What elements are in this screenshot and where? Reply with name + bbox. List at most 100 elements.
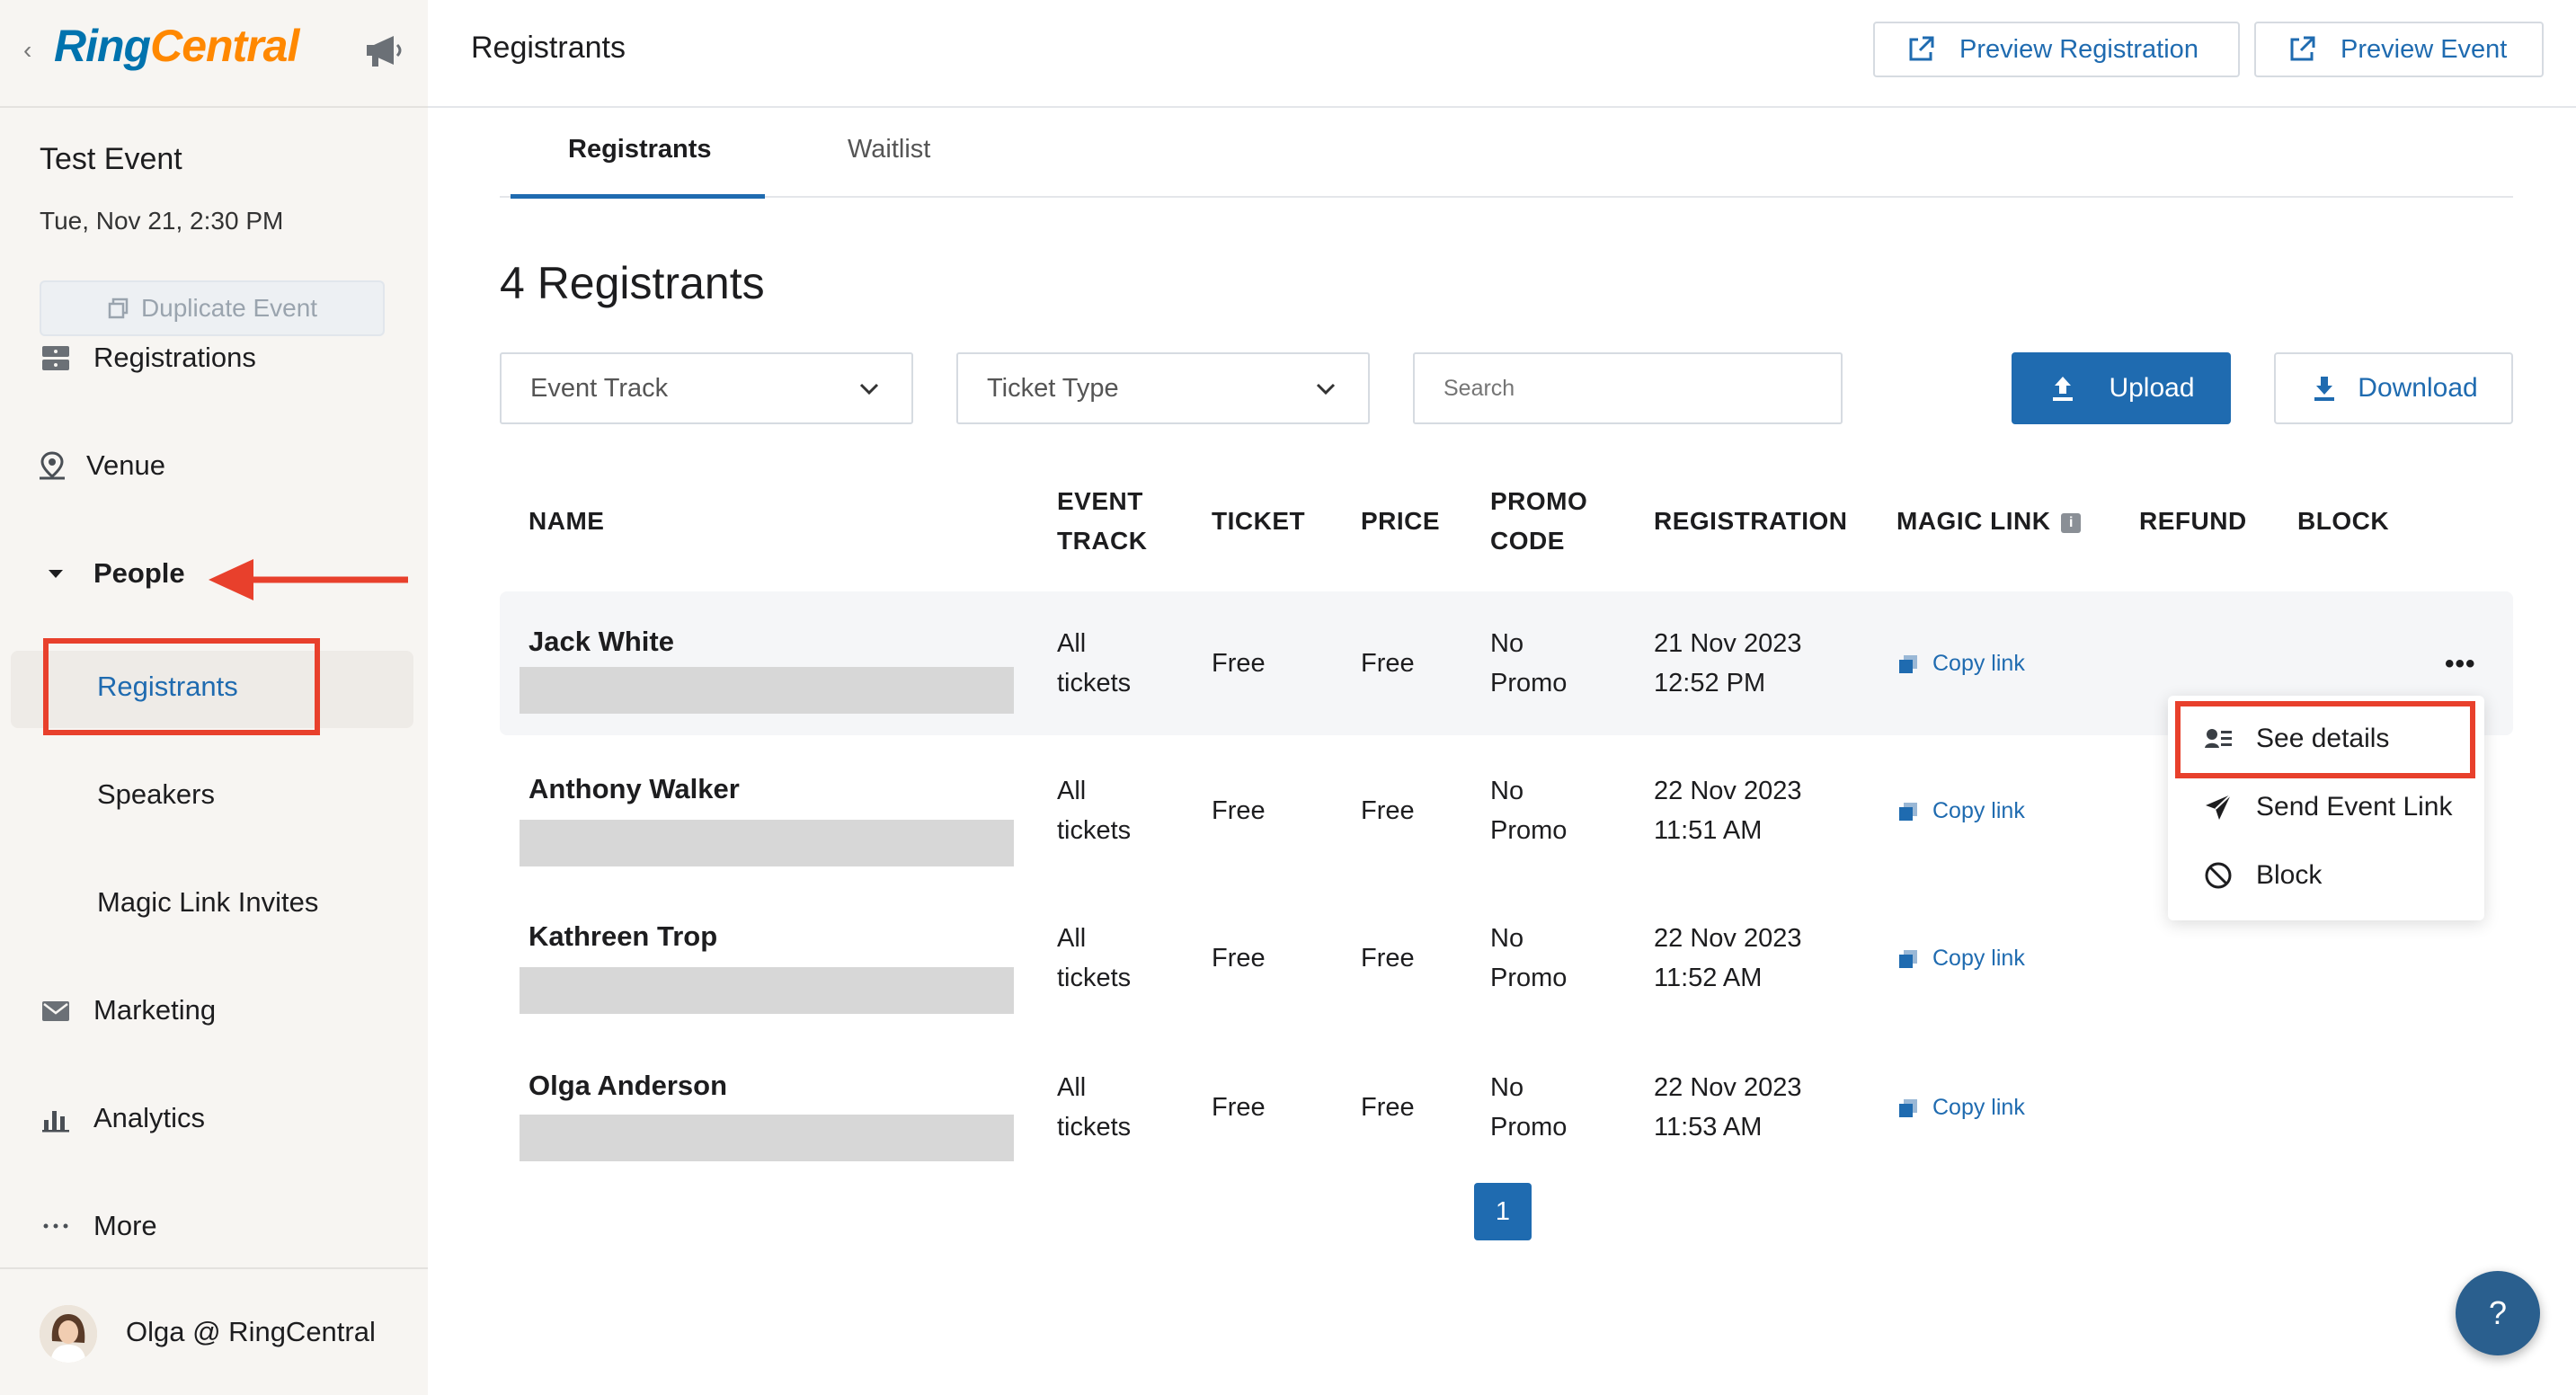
price-cell: Free <box>1361 1093 1415 1122</box>
cell-line: Promo <box>1490 669 1568 698</box>
copy-link-button[interactable]: Copy link <box>1896 946 2025 972</box>
sidebar-item-label: Venue <box>86 449 165 481</box>
sidebar-item-more[interactable]: More <box>40 1210 157 1242</box>
column-header-magic-link: MAGIC LINK i <box>1896 502 2082 541</box>
column-header-refund: REFUND <box>2139 507 2247 535</box>
promo-code-cell: No Promo <box>1490 1068 1567 1147</box>
active-tab-indicator <box>511 194 765 199</box>
price-cell: Free <box>1361 649 1415 678</box>
event-track-cell: All tickets <box>1057 919 1131 998</box>
promo-code-cell: No Promo <box>1490 771 1567 850</box>
column-header-block: BLOCK <box>2297 507 2390 535</box>
row-more-button[interactable]: ••• <box>2445 649 2476 680</box>
price-cell: Free <box>1361 796 1415 825</box>
cell-line: tickets <box>1057 964 1132 992</box>
user-name[interactable]: Olga @ RingCentral <box>126 1316 376 1348</box>
registration-date-cell: 22 Nov 2023 11:52 AM <box>1654 919 1801 998</box>
cell-line: All <box>1057 777 1087 805</box>
sidebar-item-speakers[interactable]: Speakers <box>97 778 215 811</box>
sidebar-header: ‹ RingCentral <box>0 0 428 108</box>
copy-link-button[interactable]: Copy link <box>1896 798 2025 824</box>
cell-line: 21 Nov 2023 <box>1654 629 1802 658</box>
menu-item-send-event-link[interactable]: Send Event Link <box>2202 791 2452 823</box>
sidebar-item-label: More <box>93 1210 157 1241</box>
duplicate-event-label: Duplicate Event <box>140 294 318 322</box>
registrant-name[interactable]: Kathreen Trop <box>529 917 717 956</box>
promo-code-cell: No Promo <box>1490 624 1567 703</box>
search-input[interactable] <box>1413 352 1843 424</box>
preview-event-button[interactable]: Preview Event <box>2254 22 2544 77</box>
event-track-cell: All tickets <box>1057 624 1131 703</box>
event-title: Test Event <box>40 142 182 176</box>
logo-ring-text: Ring <box>54 21 151 71</box>
redacted-email <box>520 967 1014 1014</box>
sidebar-item-people[interactable]: People <box>40 557 185 590</box>
menu-item-label: Block <box>2256 860 2323 890</box>
copy-icon <box>1899 654 1917 673</box>
registrations-icon <box>42 346 69 370</box>
registrant-name[interactable]: Olga Anderson <box>529 1066 727 1106</box>
cell-line: 12:52 PM <box>1654 669 1766 698</box>
cell-line: Promo <box>1490 964 1568 992</box>
copy-link-label: Copy link <box>1932 798 2025 823</box>
sidebar-item-analytics[interactable]: Analytics <box>40 1102 205 1134</box>
registrant-name[interactable]: Jack White <box>529 622 674 662</box>
back-chevron-icon[interactable]: ‹ <box>23 36 31 65</box>
ticket-type-select[interactable]: Ticket Type <box>956 352 1370 424</box>
copy-link-label: Copy link <box>1932 946 2025 971</box>
price-cell: Free <box>1361 944 1415 973</box>
copy-link-label: Copy link <box>1932 1095 2025 1120</box>
megaphone-icon[interactable] <box>361 31 406 70</box>
caret-down-icon <box>49 570 63 578</box>
redacted-email <box>520 667 1014 714</box>
cell-line: All <box>1057 924 1087 953</box>
cell-line: No <box>1490 629 1524 658</box>
ticket-cell: Free <box>1212 1093 1266 1122</box>
copy-link-button[interactable]: Copy link <box>1896 651 2025 677</box>
download-button[interactable]: Download <box>2274 352 2513 424</box>
cell-line: 22 Nov 2023 <box>1654 777 1802 805</box>
download-icon <box>2314 377 2335 401</box>
sidebar-item-marketing[interactable]: Marketing <box>40 994 216 1026</box>
ringcentral-logo[interactable]: RingCentral <box>54 20 299 72</box>
cell-line: No <box>1490 924 1524 953</box>
bar-chart-icon <box>42 1111 69 1133</box>
event-date: Tue, Nov 21, 2:30 PM <box>40 207 284 235</box>
sidebar-item-registrations[interactable]: Registrations <box>40 342 256 374</box>
column-header-line: PROMO <box>1490 487 1588 515</box>
registrant-name[interactable]: Anthony Walker <box>529 769 740 809</box>
block-icon <box>2205 862 2232 889</box>
chevron-down-icon <box>1316 383 1336 395</box>
column-header-name: NAME <box>529 507 605 535</box>
tab-registrants[interactable]: Registrants <box>568 135 712 164</box>
cell-line: tickets <box>1057 669 1132 698</box>
column-header-line: TRACK <box>1057 527 1148 555</box>
ticket-cell: Free <box>1212 796 1266 825</box>
pagination-page-button[interactable]: 1 <box>1474 1183 1532 1240</box>
sidebar-item-label: Registrations <box>93 342 256 373</box>
external-link-icon <box>2290 36 2315 61</box>
event-track-cell: All tickets <box>1057 771 1131 850</box>
sidebar-item-label: Marketing <box>93 994 217 1026</box>
preview-registration-button[interactable]: Preview Registration <box>1873 22 2240 77</box>
copy-link-button[interactable]: Copy link <box>1896 1095 2025 1121</box>
sidebar-item-magic-link-invites[interactable]: Magic Link Invites <box>97 886 318 919</box>
annotation-highlight-box <box>43 638 320 735</box>
tab-waitlist[interactable]: Waitlist <box>848 135 930 164</box>
sidebar-item-venue[interactable]: Venue <box>36 449 165 482</box>
copy-link-label: Copy link <box>1932 651 2025 676</box>
redacted-email <box>520 820 1014 866</box>
menu-item-block[interactable]: Block <box>2202 859 2322 892</box>
redacted-email <box>520 1115 1014 1161</box>
info-icon[interactable]: i <box>2061 512 2082 533</box>
column-header-label: MAGIC LINK <box>1896 507 2051 535</box>
duplicate-event-button[interactable]: Duplicate Event <box>40 280 385 336</box>
sidebar-item-label: People <box>93 557 185 589</box>
event-track-select[interactable]: Event Track <box>500 352 913 424</box>
menu-item-label: Send Event Link <box>2256 792 2453 822</box>
avatar[interactable] <box>40 1305 97 1363</box>
upload-button[interactable]: Upload <box>2012 352 2231 424</box>
copy-icon <box>1899 1098 1917 1117</box>
help-button[interactable]: ? <box>2456 1271 2540 1355</box>
chevron-down-icon <box>859 383 879 395</box>
